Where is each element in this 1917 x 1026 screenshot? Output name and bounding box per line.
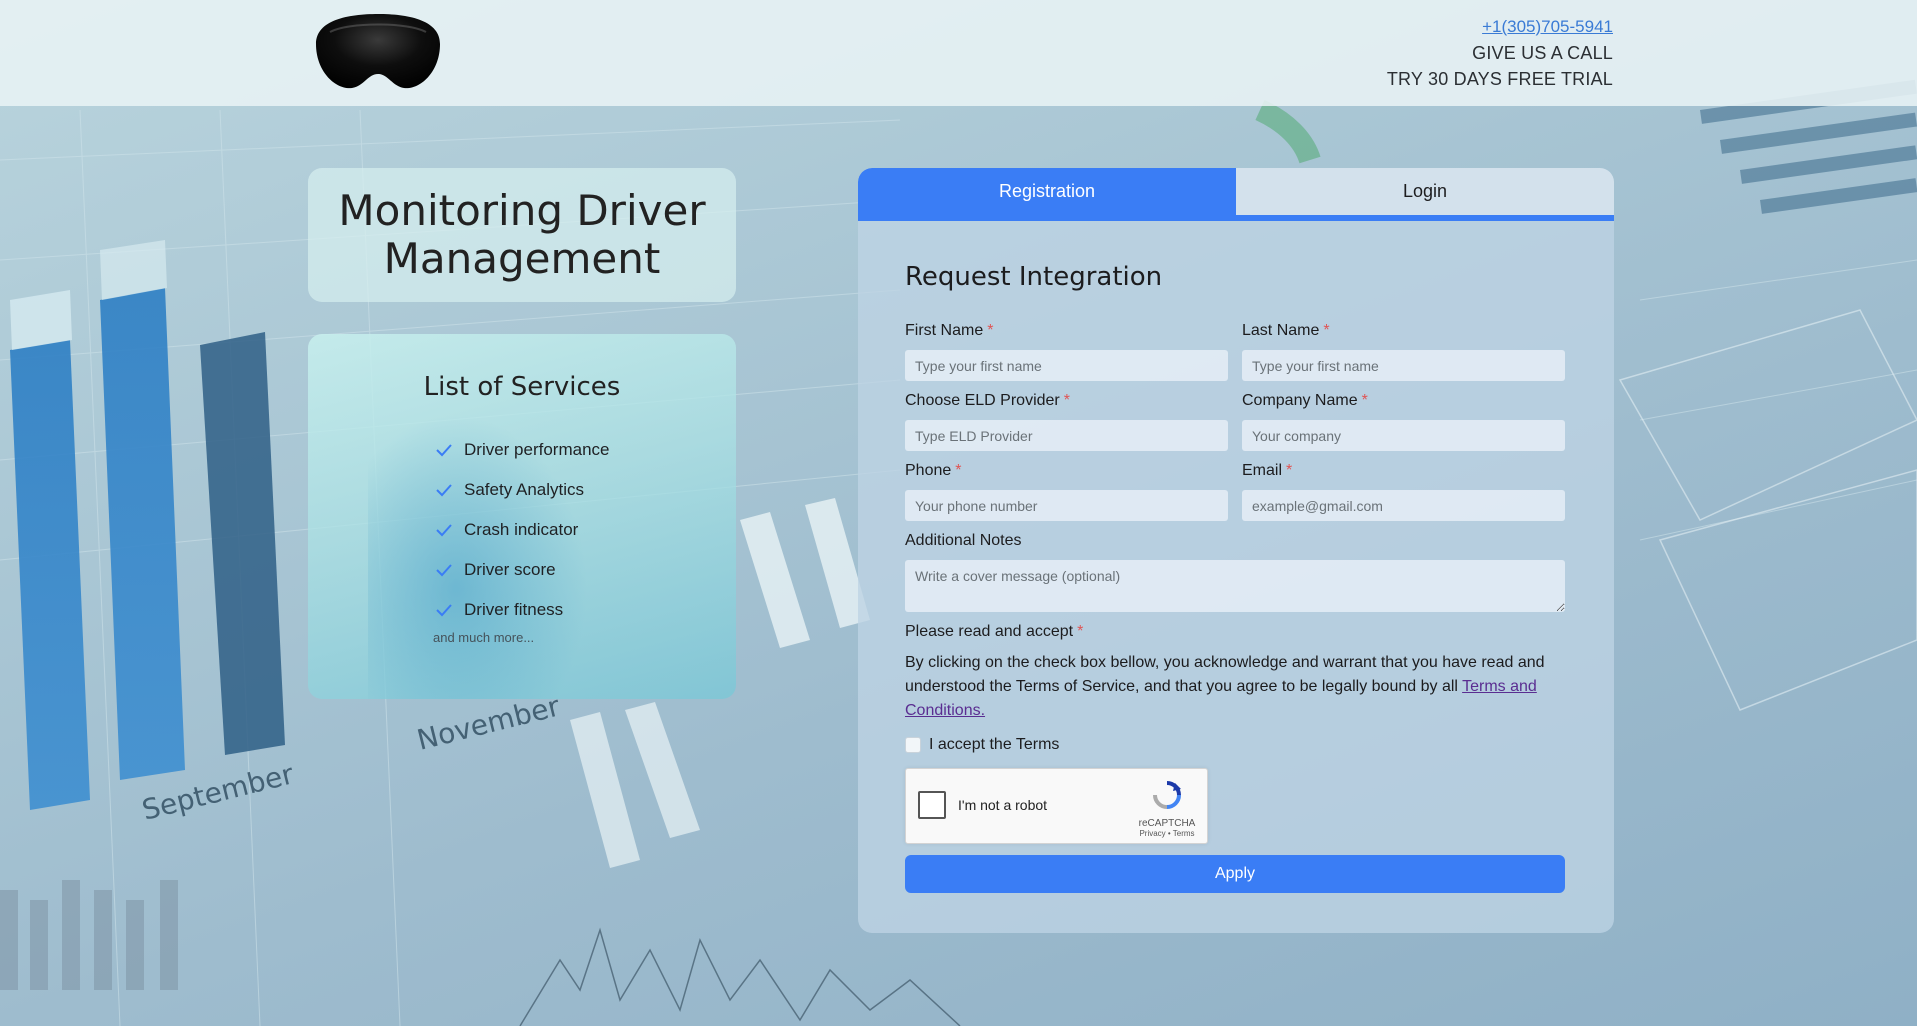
- first-name-label: First Name *: [905, 322, 994, 339]
- service-item: Crash indicator: [434, 510, 610, 550]
- services-list: Driver performance Safety Analytics Cras…: [434, 430, 610, 630]
- check-icon: [436, 484, 452, 497]
- company-name-label: Company Name *: [1242, 392, 1368, 409]
- check-icon: [436, 564, 452, 577]
- recaptcha-widget: I'm not a robot reCAPTCHA Privacy • Term…: [905, 768, 1208, 844]
- call-text: GIVE US A CALL: [1472, 43, 1613, 63]
- service-label: Driver performance: [464, 440, 610, 459]
- service-label: Driver fitness: [464, 600, 564, 619]
- required-mark: *: [987, 322, 994, 339]
- service-item: Safety Analytics: [434, 470, 610, 510]
- tabs: Registration Login: [858, 168, 1614, 221]
- eld-provider-label: Choose ELD Provider *: [905, 392, 1070, 409]
- apply-button[interactable]: Apply: [905, 855, 1565, 893]
- accept-heading: Please read and accept *: [905, 623, 1084, 640]
- first-name-input[interactable]: [905, 350, 1228, 381]
- recaptcha-label: I'm not a robot: [958, 797, 1048, 813]
- last-name-input[interactable]: [1242, 350, 1565, 381]
- services-card: List of Services Driver performance Safe…: [308, 334, 736, 699]
- check-icon: [436, 604, 452, 617]
- required-mark: *: [955, 462, 962, 479]
- service-label: Driver score: [464, 560, 556, 579]
- recaptcha-brand: reCAPTCHA Privacy • Terms: [1137, 779, 1197, 838]
- email-group: Email *: [1242, 462, 1565, 521]
- notes-label: Additional Notes: [905, 532, 1022, 549]
- accept-terms-checkbox[interactable]: [905, 737, 921, 753]
- service-item: Driver performance: [434, 430, 610, 470]
- form-title: Request Integration: [905, 262, 1163, 292]
- accept-terms-row[interactable]: I accept the Terms: [905, 736, 1059, 754]
- service-label: Crash indicator: [464, 520, 579, 539]
- accept-terms-label[interactable]: I accept the Terms: [929, 736, 1059, 754]
- service-item: Driver score: [434, 550, 610, 590]
- trial-text[interactable]: TRY 30 DAYS FREE TRIAL: [1387, 66, 1613, 92]
- logo[interactable]: [308, 14, 448, 90]
- phone-input[interactable]: [905, 490, 1228, 521]
- required-mark: *: [1077, 623, 1084, 640]
- required-mark: *: [1361, 392, 1368, 409]
- services-more-text: and much more...: [433, 630, 535, 645]
- services-title: List of Services: [423, 372, 621, 402]
- phone-group: Phone *: [905, 462, 1228, 521]
- phone-label: Phone *: [905, 462, 962, 479]
- company-name-input[interactable]: [1242, 420, 1565, 451]
- eld-provider-group: Choose ELD Provider *: [905, 392, 1228, 451]
- check-icon: [436, 524, 452, 537]
- recaptcha-links[interactable]: Privacy • Terms: [1137, 829, 1197, 838]
- last-name-group: Last Name *: [1242, 322, 1565, 381]
- check-icon: [436, 444, 452, 457]
- site-header: +1(305)705-5941 GIVE US A CALL TRY 30 DA…: [0, 0, 1917, 106]
- eld-provider-input[interactable]: [905, 420, 1228, 451]
- recaptcha-checkbox[interactable]: [918, 791, 946, 819]
- recaptcha-icon: [1153, 781, 1181, 809]
- required-mark: *: [1323, 322, 1330, 339]
- hero-title: Monitoring Driver Management: [338, 186, 706, 283]
- last-name-label: Last Name *: [1242, 322, 1330, 339]
- required-mark: *: [1063, 392, 1070, 409]
- required-mark: *: [1286, 462, 1293, 479]
- hero-title-card: Monitoring Driver Management: [308, 168, 736, 302]
- notes-group: Additional Notes: [905, 532, 1565, 617]
- tab-registration[interactable]: Registration: [858, 168, 1236, 215]
- first-name-group: First Name *: [905, 322, 1228, 381]
- notes-textarea[interactable]: [905, 560, 1565, 612]
- tab-login[interactable]: Login: [1236, 168, 1614, 215]
- email-input[interactable]: [1242, 490, 1565, 521]
- company-name-group: Company Name *: [1242, 392, 1565, 451]
- contact-block: +1(305)705-5941 GIVE US A CALL TRY 30 DA…: [1387, 14, 1613, 92]
- accept-text: By clicking on the check box bellow, you…: [905, 654, 1545, 719]
- registration-panel: Registration Login Request Integration F…: [858, 168, 1614, 933]
- tab-indicator: [858, 215, 1614, 221]
- recaptcha-brand-name: reCAPTCHA: [1138, 818, 1196, 829]
- service-label: Safety Analytics: [464, 480, 585, 499]
- service-item: Driver fitness: [434, 590, 610, 630]
- svg-text:November: November: [414, 689, 564, 756]
- phone-link[interactable]: +1(305)705-5941: [1387, 14, 1613, 40]
- email-label: Email *: [1242, 462, 1293, 479]
